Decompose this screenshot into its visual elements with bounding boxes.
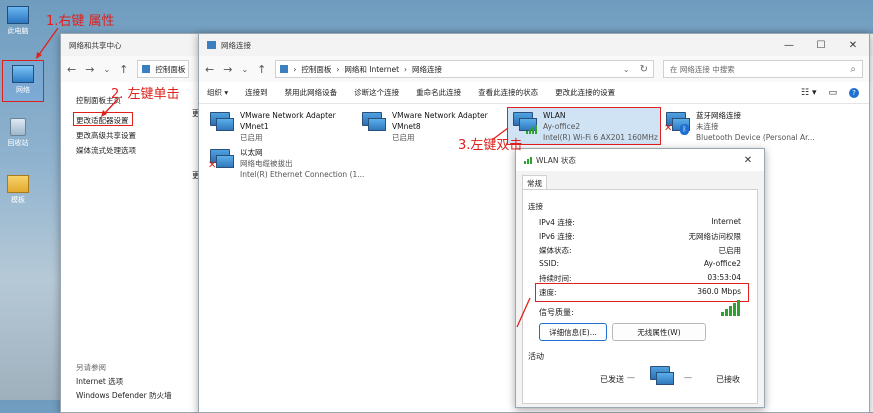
wlan-status-title: WLAN 状态	[536, 155, 576, 165]
nc-search-input[interactable]: 在 网络连接 中搜索 ⌕	[663, 60, 863, 78]
toolbar-organize[interactable]: 组织 ▾	[207, 87, 228, 98]
wlan-status-titlebar: WLAN 状态 ✕	[516, 149, 764, 171]
refresh-icon[interactable]: ↻	[635, 64, 653, 75]
received-label: 已接收	[716, 375, 740, 384]
annotation-step-2: 2. 左键单击	[111, 87, 180, 102]
wireless-properties-button[interactable]: 无线属性(W)	[612, 323, 706, 341]
nav-media-streaming[interactable]: 媒体流式处理选项	[76, 145, 136, 156]
highlight-change-adapter	[73, 112, 133, 126]
disconnected-icon: ✕	[664, 123, 673, 134]
nav-see-also-heading: 另请参阅	[76, 363, 106, 372]
network-icon	[12, 65, 34, 83]
nc-toolbar: 组织 ▾ 连接到 禁用此网络设备 诊断这个连接 重命名此连接 查看此连接的状态 …	[199, 82, 869, 104]
computer-icon	[7, 6, 29, 24]
connection-heading: 连接	[528, 202, 543, 211]
breadcrumb-item[interactable]: 控制面板	[301, 64, 331, 75]
nc-address-bar: ← → ⌄ ↑ › 控制面板 › 网络和 Internet › 网络连接 ⌄ ↻…	[199, 56, 869, 82]
highlight-wlan	[507, 107, 661, 145]
recycle-bin-icon	[10, 118, 26, 136]
nav-internet-options[interactable]: Internet 选项	[76, 376, 123, 387]
toolbar-diagnose[interactable]: 诊断这个连接	[354, 87, 399, 98]
network-adapter-icon	[360, 110, 386, 134]
annotation-step-1: 1.右键 属性	[46, 14, 115, 29]
back-icon[interactable]: ←	[67, 63, 76, 76]
toolbar-connect-to[interactable]: 连接到	[245, 87, 268, 98]
left-arrow-line: —	[627, 373, 635, 382]
network-icon	[207, 41, 216, 49]
up-icon[interactable]: ↑	[257, 63, 266, 76]
chevron-down-icon[interactable]: ⌄	[241, 65, 248, 74]
adapter-vmnet1[interactable]: VMware Network Adapter VMnet1 已启用	[208, 110, 336, 143]
help-icon[interactable]: ?	[849, 87, 859, 98]
ethernet-adapter-icon: ✕	[208, 147, 234, 171]
forward-icon[interactable]: →	[85, 63, 94, 76]
nav-change-advanced-sharing[interactable]: 更改高级共享设置	[76, 130, 136, 141]
nav-defender-firewall[interactable]: Windows Defender 防火墙	[76, 390, 172, 401]
nc-title: 网络连接	[221, 40, 251, 50]
ipv6-row: IPv6 连接: 无网络访问权限	[539, 232, 741, 241]
folder-icon	[7, 175, 29, 193]
adapter-bluetooth[interactable]: ✕ ᛒ 蓝牙网络连接 未连接 Bluetooth Device (Persona…	[664, 110, 815, 143]
right-arrow-line: —	[684, 373, 692, 382]
forward-icon[interactable]: →	[223, 63, 232, 76]
desktop-icon-templates[interactable]: 模板	[3, 175, 33, 205]
up-icon[interactable]: ↑	[119, 63, 128, 76]
chevron-down-icon[interactable]: ⌄	[623, 65, 630, 74]
maximize-button[interactable]: ☐	[805, 40, 837, 51]
signal-quality-icon	[721, 300, 740, 316]
desktop-icon-this-pc[interactable]: 此电脑	[3, 6, 33, 36]
bluetooth-adapter-icon: ✕ ᛒ	[664, 110, 690, 135]
sent-label: 已发送	[600, 375, 624, 384]
close-button[interactable]: ✕	[837, 40, 869, 51]
nc-breadcrumb[interactable]: › 控制面板 › 网络和 Internet › 网络连接 ⌄ ↻	[275, 60, 654, 78]
ipv4-row: IPv4 连接: Internet	[539, 217, 741, 227]
signal-bars-icon	[524, 156, 532, 164]
control-panel-icon	[280, 65, 289, 73]
annotation-step-3: 3.左键双击	[458, 138, 523, 153]
breadcrumb-item[interactable]: 网络连接	[412, 64, 442, 75]
network-activity-icon	[648, 364, 674, 388]
nsc-address-input[interactable]: 控制面板	[137, 60, 190, 78]
network-adapter-icon	[208, 110, 234, 134]
breadcrumb-item[interactable]: 网络和 Internet	[344, 64, 399, 75]
bluetooth-icon: ᛒ	[680, 124, 689, 135]
control-panel-icon	[142, 65, 151, 73]
minimize-button[interactable]: —	[773, 40, 805, 51]
adapter-ethernet[interactable]: ✕ 以太网 网络电缆被拔出 Intel(R) Ethernet Connecti…	[208, 147, 364, 180]
nsc-title: 网络和共享中心	[69, 40, 122, 50]
media-state-row: 媒体状态: 已启用	[539, 246, 741, 255]
back-icon[interactable]: ←	[205, 63, 214, 76]
desktop-icon-network[interactable]: 网络	[2, 60, 44, 102]
highlight-speed	[535, 283, 749, 302]
close-button[interactable]: ✕	[732, 155, 764, 166]
toolbar-disable-device[interactable]: 禁用此网络设备	[285, 87, 338, 98]
preview-pane-icon[interactable]: ▭	[828, 88, 837, 98]
search-icon: ⌕	[850, 63, 856, 75]
toolbar-view-status[interactable]: 查看此连接的状态	[478, 87, 538, 98]
details-button[interactable]: 详细信息(E)...	[539, 323, 607, 341]
nc-titlebar: 网络连接 — ☐ ✕	[199, 34, 869, 56]
signal-quality-label: 信号质量:	[539, 308, 574, 317]
disconnected-icon: ✕	[208, 160, 217, 171]
activity-heading: 活动	[528, 352, 544, 361]
toolbar-rename[interactable]: 重命名此连接	[416, 87, 461, 98]
chevron-down-icon[interactable]: ⌄	[103, 65, 110, 74]
toolbar-change-settings[interactable]: 更改此连接的设置	[555, 87, 615, 98]
desktop-icon-recycle-bin[interactable]: 回收站	[3, 118, 33, 148]
view-options-icon[interactable]: ☷ ▾	[801, 88, 816, 98]
ssid-row: SSID: Ay-office2	[539, 259, 741, 268]
